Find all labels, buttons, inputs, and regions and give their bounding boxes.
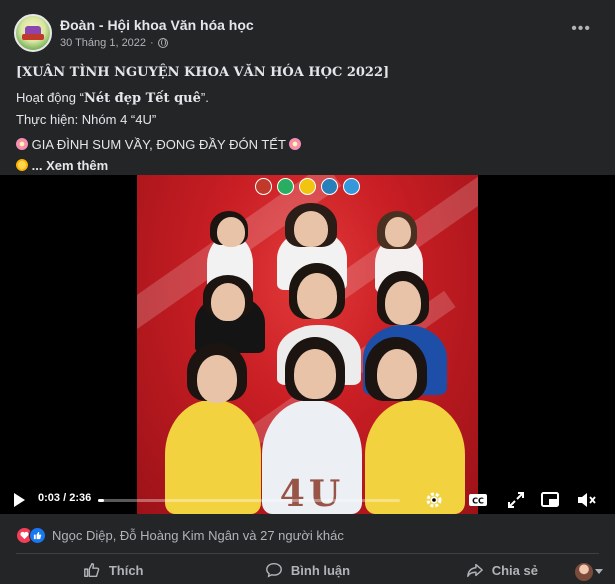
settings-icon[interactable] <box>424 490 444 510</box>
logo-icon <box>299 178 316 195</box>
like-label: Thích <box>108 562 144 578</box>
see-more-line: ... Xem thêm <box>16 155 599 176</box>
post-meta: 30 Tháng 1, 2022 · <box>60 37 168 49</box>
globe-icon <box>157 38 168 48</box>
video-controls: 0:03 / 2:36 CC <box>0 485 615 514</box>
share-label: Chia sẻ <box>491 562 538 578</box>
video-time: 0:03 / 2:36 <box>38 492 91 504</box>
page-avatar[interactable] <box>14 14 52 52</box>
play-icon[interactable] <box>14 493 25 507</box>
divider <box>16 553 599 554</box>
activity-name: Nét đẹp Tết quê <box>83 91 201 106</box>
performer-line: Thực hiện: Nhóm 4 “4U” <box>16 112 157 127</box>
volume-icon[interactable] <box>576 490 596 510</box>
like-button[interactable]: Thích <box>16 556 210 584</box>
post-title: [XUÂN TÌNH NGUYỆN KHOA VĂN HÓA HỌC 2022] <box>16 65 390 80</box>
sun-icon <box>16 159 28 171</box>
post-text: [XUÂN TÌNH NGUYỆN KHOA VĂN HÓA HỌC 2022]… <box>16 62 599 176</box>
reactions-text[interactable]: Ngọc Diệp, Đỗ Hoàng Kim Ngân và 27 người… <box>52 528 344 543</box>
more-icon[interactable]: ••• <box>571 20 591 38</box>
logo-icon <box>343 178 360 195</box>
progress-bar[interactable] <box>98 499 400 502</box>
svg-text:CC: CC <box>472 497 484 506</box>
reactions-summary[interactable]: Ngọc Diệp, Đỗ Hoàng Kim Ngân và 27 người… <box>16 524 344 546</box>
share-icon <box>466 563 483 578</box>
see-more-link[interactable]: ... Xem thêm <box>32 158 109 173</box>
activity-suffix: ”. <box>200 90 209 105</box>
like-icon <box>83 562 100 578</box>
activity-prefix: Hoạt động “ <box>16 90 84 105</box>
flower-icon <box>289 138 302 150</box>
slogan-text: GIA ĐÌNH SUM VẦY, ĐONG ĐẦY ĐÓN TẾT <box>31 137 286 152</box>
page-name-link[interactable]: Đoàn - Hội khoa Văn hóa học <box>60 17 254 33</box>
logo-icon <box>321 178 338 195</box>
viewer-avatar[interactable] <box>575 563 593 581</box>
meta-separator: · <box>150 37 154 49</box>
slogan-line: GIA ĐÌNH SUM VẦY, ĐONG ĐẦY ĐÓN TẾT <box>16 134 599 155</box>
flower-icon <box>16 138 28 150</box>
pip-icon[interactable] <box>540 490 560 510</box>
like-reaction-icon <box>29 526 46 544</box>
post-card: Đoàn - Hội khoa Văn hóa học 30 Tháng 1, … <box>0 0 615 584</box>
video-player[interactable]: 4U 0:03 / 2:36 CC <box>0 175 615 514</box>
video-frame[interactable]: 4U <box>137 175 478 514</box>
logo-icon <box>277 178 294 195</box>
sponsor-logos <box>255 178 360 195</box>
chevron-down-icon[interactable] <box>595 569 603 574</box>
duration: 2:36 <box>69 492 92 504</box>
share-button[interactable]: Chia sẻ <box>405 556 599 584</box>
current-time: 0:03 <box>38 492 61 504</box>
comment-icon <box>265 562 282 578</box>
post-header: Đoàn - Hội khoa Văn hóa học 30 Tháng 1, … <box>14 14 601 54</box>
captions-icon[interactable]: CC <box>468 490 488 510</box>
comment-label: Bình luận <box>290 562 351 578</box>
progress-fill <box>98 499 104 502</box>
logo-icon <box>255 178 272 195</box>
comment-button[interactable]: Bình luận <box>210 556 404 584</box>
post-date[interactable]: 30 Tháng 1, 2022 <box>60 37 146 49</box>
action-bar: Thích Bình luận Chia sẻ <box>16 556 599 584</box>
time-separator: / <box>60 492 70 504</box>
fullscreen-icon[interactable] <box>506 490 526 510</box>
activity-line: Hoạt động “Nét đẹp Tết quê”. <box>16 87 599 109</box>
